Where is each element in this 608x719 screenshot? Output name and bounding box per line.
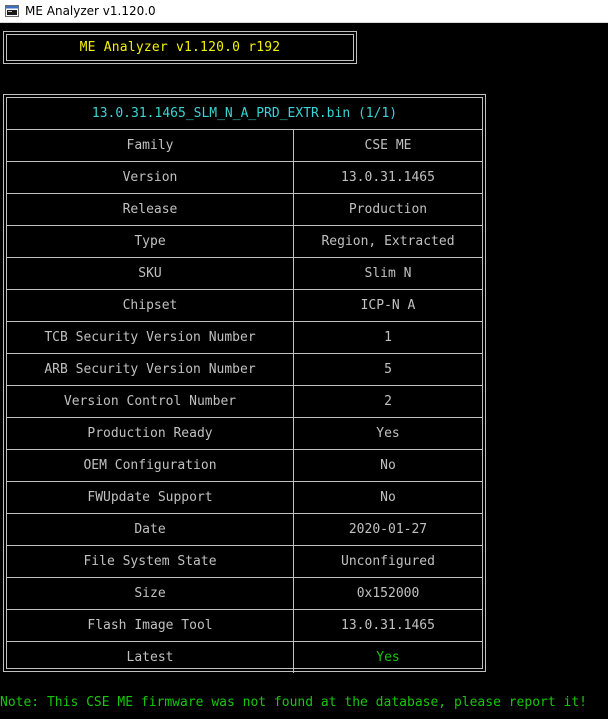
console-area: ME Analyzer v1.120.0 r192 13.0.31.1465_S… [0, 23, 608, 719]
row-key: FWUpdate Support [7, 482, 294, 513]
table-row: ARB Security Version Number 5 [7, 354, 482, 386]
row-value: 1 [384, 330, 392, 345]
row-value: 0x152000 [356, 586, 420, 601]
row-key: Date [7, 514, 294, 545]
row-value: Yes [376, 426, 400, 441]
row-key: Flash Image Tool [7, 610, 294, 641]
row-value: 5 [384, 362, 392, 377]
row-value: CSE ME [364, 138, 412, 153]
row-key: File System State [7, 546, 294, 577]
row-key: Size [7, 578, 294, 609]
row-key: TCB Security Version Number [7, 322, 294, 353]
row-value: 2 [384, 394, 392, 409]
table-row: FWUpdate Support No [7, 482, 482, 514]
table-row: Release Production [7, 194, 482, 226]
table-frame: 13.0.31.1465_SLM_N_A_PRD_EXTR.bin (1/1) … [6, 97, 483, 673]
row-key: Production Ready [7, 418, 294, 449]
row-value: 13.0.31.1465 [341, 618, 435, 633]
row-key: OEM Configuration [7, 450, 294, 481]
table-row: Production Ready Yes [7, 418, 482, 450]
table-row: Type Region, Extracted [7, 226, 482, 258]
row-value: No [380, 458, 396, 473]
row-key: ARB Security Version Number [7, 354, 294, 385]
row-value: Unconfigured [341, 554, 435, 569]
file-name-header: 13.0.31.1465_SLM_N_A_PRD_EXTR.bin (1/1) [7, 98, 482, 130]
table-row: Flash Image Tool 13.0.31.1465 [7, 610, 482, 642]
header-title: ME Analyzer v1.120.0 r192 [6, 34, 354, 61]
row-value: Production [348, 202, 428, 217]
me-analyzer-app-icon [5, 4, 19, 18]
row-value: Yes [376, 650, 400, 665]
note-message: Note: This CSE ME firmware was not found… [0, 695, 587, 710]
row-key: SKU [7, 258, 294, 289]
row-key: Family [7, 130, 294, 161]
row-key: Chipset [7, 290, 294, 321]
window-titlebar[interactable]: ME Analyzer v1.120.0 [0, 0, 608, 23]
table-row: Size 0x152000 [7, 578, 482, 610]
row-key: Type [7, 226, 294, 257]
table-row: Latest Yes [7, 642, 482, 673]
row-value: No [380, 490, 396, 505]
row-value: ICP-N A [360, 298, 416, 313]
table-row: OEM Configuration No [7, 450, 482, 482]
table-rows: Family CSE ME Version 13.0.31.1465 Release Pr… [7, 130, 482, 673]
table-row: Version Control Number 2 [7, 386, 482, 418]
row-key: Release [7, 194, 294, 225]
firmware-info-table: 13.0.31.1465_SLM_N_A_PRD_EXTR.bin (1/1) … [3, 94, 486, 673]
table-row: TCB Security Version Number 1 [7, 322, 482, 354]
row-value: 2020-01-27 [348, 522, 428, 537]
table-row: Date 2020-01-27 [7, 514, 482, 546]
row-key: Version [7, 162, 294, 193]
table-row: Chipset ICP-N A [7, 290, 482, 322]
table-row: SKU Slim N [7, 258, 482, 290]
table-row: Version 13.0.31.1465 [7, 162, 482, 194]
row-value: Slim N [364, 266, 412, 281]
row-value: Region, Extracted [321, 234, 455, 249]
window-title: ME Analyzer v1.120.0 [25, 4, 156, 18]
table-row: Family CSE ME [7, 130, 482, 162]
header-box: ME Analyzer v1.120.0 r192 [3, 31, 357, 64]
row-key: Version Control Number [7, 386, 294, 417]
row-key: Latest [7, 642, 294, 673]
row-value: 13.0.31.1465 [341, 170, 435, 185]
table-row: File System State Unconfigured [7, 546, 482, 578]
